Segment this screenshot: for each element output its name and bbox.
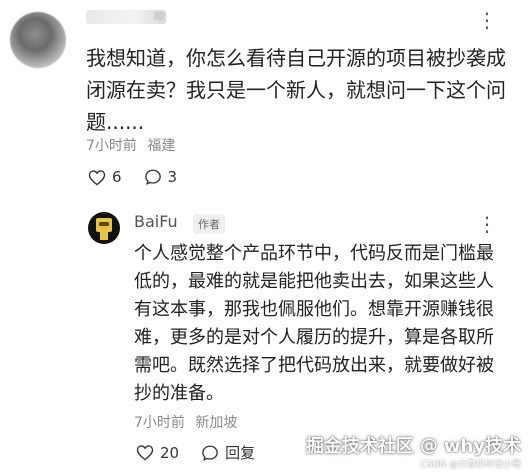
comment-text: 我想知道，你怎么看待自己开源的项目被抄袭成闭源在卖？我只是一个新人，就想问一下这…	[86, 46, 506, 134]
more-options-icon[interactable]: ⋮	[477, 10, 497, 30]
reply-text: 个人感觉整个产品环节中，代码反而是门槛最低的，最难的就是能把他卖出去，如果这些人…	[134, 243, 494, 404]
comment-bubble-icon	[202, 445, 218, 461]
reply-actions: 20 回复	[136, 442, 277, 463]
reply-label: 回复	[225, 444, 256, 462]
comment-meta: 7小时前 福建	[86, 135, 175, 155]
watermark: 掘金技术社区 @ why技术	[306, 432, 521, 458]
comment-bubble-icon	[144, 169, 161, 185]
like-count: 20	[160, 443, 180, 462]
comment-time: 7小时前	[86, 138, 137, 154]
like-button[interactable]: 6	[88, 168, 122, 186]
reply-username[interactable]: BaiFu	[134, 212, 178, 231]
like-button[interactable]: 20	[136, 444, 179, 462]
author-badge: 作者	[193, 214, 225, 234]
watermark-at: @	[419, 434, 438, 456]
more-options-icon[interactable]: ⋮	[477, 214, 497, 234]
username-redacted[interactable]	[86, 10, 166, 24]
comment-location: 福建	[147, 138, 176, 154]
heart-icon	[136, 445, 154, 461]
watermark-left: 掘金技术社区	[305, 436, 414, 457]
avatar[interactable]	[10, 12, 66, 68]
csdn-watermark: CSDN @计算机毕设小哥	[420, 460, 521, 470]
like-count: 6	[112, 168, 122, 186]
watermark-right: why技术	[443, 436, 521, 457]
reply-meta: 7小时前 新加坡	[134, 412, 237, 432]
reply-location: 新加坡	[195, 415, 238, 431]
reply-count-button[interactable]: 3	[144, 168, 178, 186]
comment-actions: 6 3	[88, 168, 199, 186]
reply-count: 3	[167, 168, 178, 186]
avatar[interactable]	[88, 212, 120, 244]
heart-icon	[88, 169, 106, 185]
reply-button[interactable]: 回复	[201, 442, 255, 463]
reply-time: 7小时前	[134, 415, 185, 431]
